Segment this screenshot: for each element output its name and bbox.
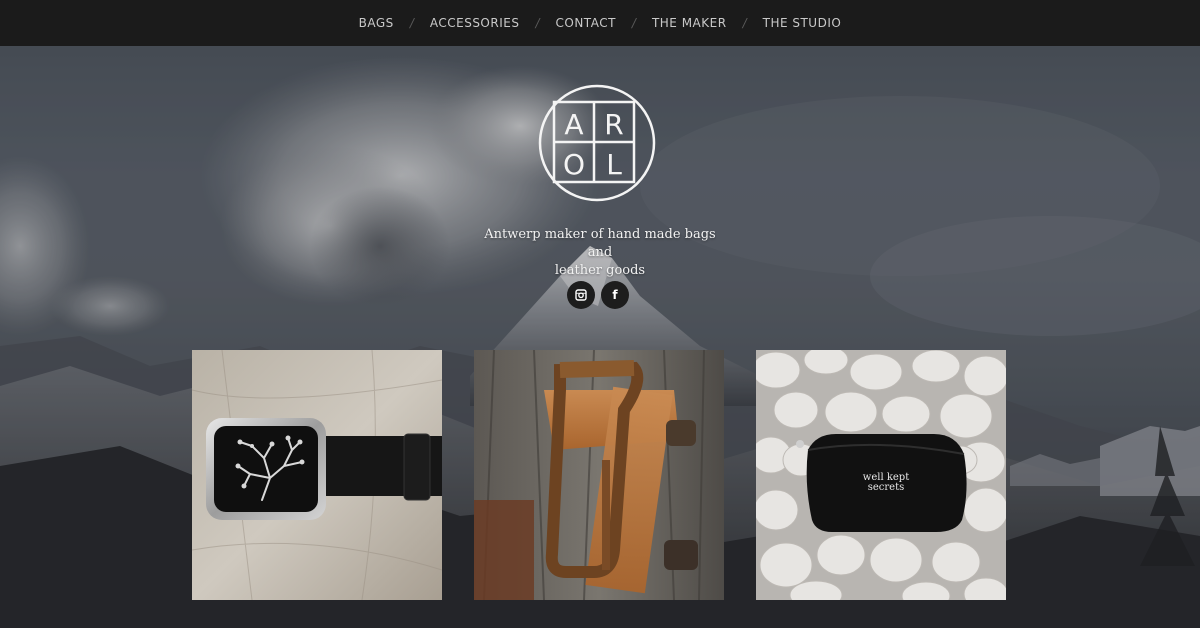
nav-separator: / (742, 16, 747, 30)
gallery-item-pouch[interactable]: well kept secrets (756, 350, 1006, 600)
pouch-on-pebbles-photo: well kept secrets (756, 350, 1006, 600)
nav-link-the-maker[interactable]: THE MAKER (650, 16, 729, 30)
logo-letter-o: O (563, 148, 585, 181)
gallery-item-belt-buckle[interactable] (192, 350, 442, 600)
logo-letter-a: A (564, 108, 583, 141)
nav-separator: / (631, 16, 636, 30)
gallery-item-leather-belt[interactable] (474, 350, 724, 600)
nav-separator: / (409, 16, 414, 30)
leather-belt-photo (474, 350, 724, 600)
logo-letter-r: R (604, 108, 623, 141)
site-tagline: Antwerp maker of hand made bags and leat… (470, 226, 730, 280)
facebook-icon: f (612, 288, 618, 302)
nav-link-bags[interactable]: BAGS (357, 16, 396, 30)
pouch-embossed-text-line-2: secrets (868, 482, 905, 493)
social-links: f (567, 281, 629, 309)
nav-separator: / (535, 16, 540, 30)
tagline-line-2: leather goods (554, 263, 646, 278)
tagline-line-1: Antwerp maker of hand made bags and (484, 227, 716, 260)
top-navigation: BAGS / ACCESSORIES / CONTACT / THE MAKER… (0, 0, 1200, 46)
instagram-icon (575, 289, 587, 301)
nav-link-contact[interactable]: CONTACT (554, 16, 618, 30)
nav-link-accessories[interactable]: ACCESSORIES (428, 16, 522, 30)
carol-logo[interactable]: A R O L (538, 82, 660, 204)
belt-buckle-photo (192, 350, 442, 600)
nav-link-the-studio[interactable]: THE STUDIO (761, 16, 844, 30)
instagram-link[interactable] (567, 281, 595, 309)
facebook-link[interactable]: f (601, 281, 629, 309)
logo-letter-l: L (606, 148, 622, 181)
